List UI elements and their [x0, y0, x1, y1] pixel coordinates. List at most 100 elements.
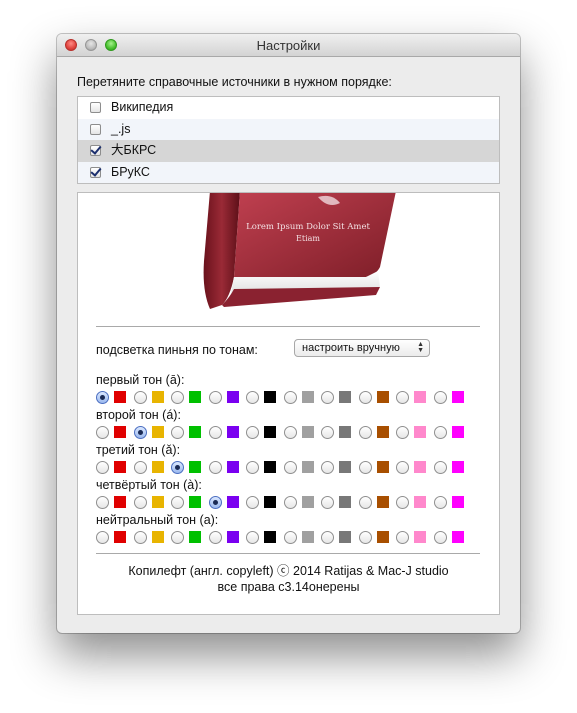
color-swatch[interactable] [114, 426, 126, 438]
tone-color-radio[interactable] [133, 496, 147, 509]
color-swatch[interactable] [114, 496, 126, 508]
tone-color-radio[interactable] [433, 426, 447, 439]
color-swatch[interactable] [414, 531, 426, 543]
tone-color-radio[interactable] [96, 391, 109, 404]
color-swatch[interactable] [264, 391, 276, 403]
tone-color-radio[interactable] [246, 531, 259, 544]
color-swatch[interactable] [189, 426, 201, 438]
tone-color-radio[interactable] [396, 531, 409, 544]
color-swatch[interactable] [226, 496, 239, 508]
color-swatch[interactable] [301, 426, 314, 438]
tone-color-radio[interactable] [358, 531, 372, 544]
tone-color-radio[interactable] [283, 461, 297, 474]
tone-color-radio[interactable] [433, 531, 447, 544]
tone-color-radio[interactable] [171, 391, 184, 404]
source-row-js[interactable]: _.js [78, 118, 499, 140]
source-checkbox[interactable] [90, 145, 101, 157]
color-swatch[interactable] [189, 496, 201, 508]
color-swatch[interactable] [151, 461, 164, 473]
color-swatch[interactable] [114, 531, 126, 543]
source-row-wikipedia[interactable]: Википедия [78, 97, 499, 119]
tone-color-radio[interactable] [396, 496, 409, 509]
color-swatch[interactable] [414, 391, 426, 403]
color-swatch[interactable] [451, 461, 464, 473]
tone-color-radio[interactable] [133, 461, 147, 474]
tone-color-radio[interactable] [171, 531, 184, 544]
color-swatch[interactable] [189, 461, 201, 473]
tone-color-radio[interactable] [246, 461, 259, 474]
color-swatch[interactable] [339, 391, 351, 403]
color-swatch[interactable] [451, 531, 464, 543]
tone-color-radio[interactable] [96, 426, 109, 439]
color-swatch[interactable] [264, 426, 276, 438]
color-swatch[interactable] [264, 531, 276, 543]
color-swatch[interactable] [339, 496, 351, 508]
tone-highlight-select[interactable]: настроить вручную ▲ ▼ [294, 339, 430, 357]
color-swatch[interactable] [301, 391, 314, 403]
tone-color-radio[interactable] [208, 391, 222, 404]
tone-color-radio[interactable] [358, 391, 372, 404]
tone-color-radio[interactable] [396, 461, 409, 474]
tone-color-radio[interactable] [208, 426, 222, 439]
source-checkbox[interactable] [90, 102, 101, 114]
source-row-bruks[interactable]: БРуКС [78, 161, 499, 183]
color-swatch[interactable] [301, 496, 314, 508]
tone-color-radio[interactable] [321, 391, 334, 404]
tone-color-radio[interactable] [171, 426, 184, 439]
color-swatch[interactable] [339, 426, 351, 438]
tone-color-radio[interactable] [321, 461, 334, 474]
source-checkbox[interactable] [90, 123, 101, 135]
tone-color-radio[interactable] [96, 461, 109, 474]
tone-color-radio[interactable] [433, 391, 447, 404]
color-swatch[interactable] [376, 391, 389, 403]
tone-color-radio[interactable] [246, 496, 259, 509]
tone-color-radio[interactable] [433, 496, 447, 509]
tone-color-radio[interactable] [208, 496, 222, 509]
tone-color-radio[interactable] [246, 426, 259, 439]
color-swatch[interactable] [226, 531, 239, 543]
tone-color-radio[interactable] [133, 391, 147, 404]
color-swatch[interactable] [151, 531, 164, 543]
tone-color-radio[interactable] [433, 461, 447, 474]
tone-color-radio[interactable] [246, 391, 259, 404]
color-swatch[interactable] [451, 426, 464, 438]
color-swatch[interactable] [114, 391, 126, 403]
color-swatch[interactable] [226, 461, 239, 473]
color-swatch[interactable] [451, 496, 464, 508]
tone-color-radio[interactable] [358, 496, 372, 509]
tone-color-radio[interactable] [396, 391, 409, 404]
color-swatch[interactable] [301, 531, 314, 543]
tone-color-radio[interactable] [171, 496, 184, 509]
color-swatch[interactable] [151, 426, 164, 438]
color-swatch[interactable] [414, 461, 426, 473]
color-swatch[interactable] [376, 461, 389, 473]
tone-color-radio[interactable] [96, 496, 109, 509]
color-swatch[interactable] [264, 496, 276, 508]
color-swatch[interactable] [226, 426, 239, 438]
tone-color-radio[interactable] [133, 531, 147, 544]
tone-color-radio[interactable] [321, 531, 334, 544]
color-swatch[interactable] [226, 391, 239, 403]
tone-color-radio[interactable] [396, 426, 409, 439]
color-swatch[interactable] [376, 496, 389, 508]
title-bar[interactable]: Настройки [57, 34, 520, 57]
color-swatch[interactable] [414, 496, 426, 508]
color-swatch[interactable] [189, 531, 201, 543]
tone-color-radio[interactable] [171, 461, 184, 474]
color-swatch[interactable] [264, 461, 276, 473]
color-swatch[interactable] [451, 391, 464, 403]
tone-color-radio[interactable] [133, 426, 147, 439]
color-swatch[interactable] [301, 461, 314, 473]
color-swatch[interactable] [376, 531, 389, 543]
tone-color-radio[interactable] [283, 496, 297, 509]
tone-color-radio[interactable] [321, 426, 334, 439]
tone-color-radio[interactable] [208, 461, 222, 474]
tone-color-radio[interactable] [96, 531, 109, 544]
tone-color-radio[interactable] [283, 426, 297, 439]
tone-color-radio[interactable] [208, 531, 222, 544]
color-swatch[interactable] [339, 531, 351, 543]
source-checkbox[interactable] [90, 166, 101, 178]
color-swatch[interactable] [189, 391, 201, 403]
tone-color-radio[interactable] [283, 531, 297, 544]
tone-color-radio[interactable] [321, 496, 334, 509]
